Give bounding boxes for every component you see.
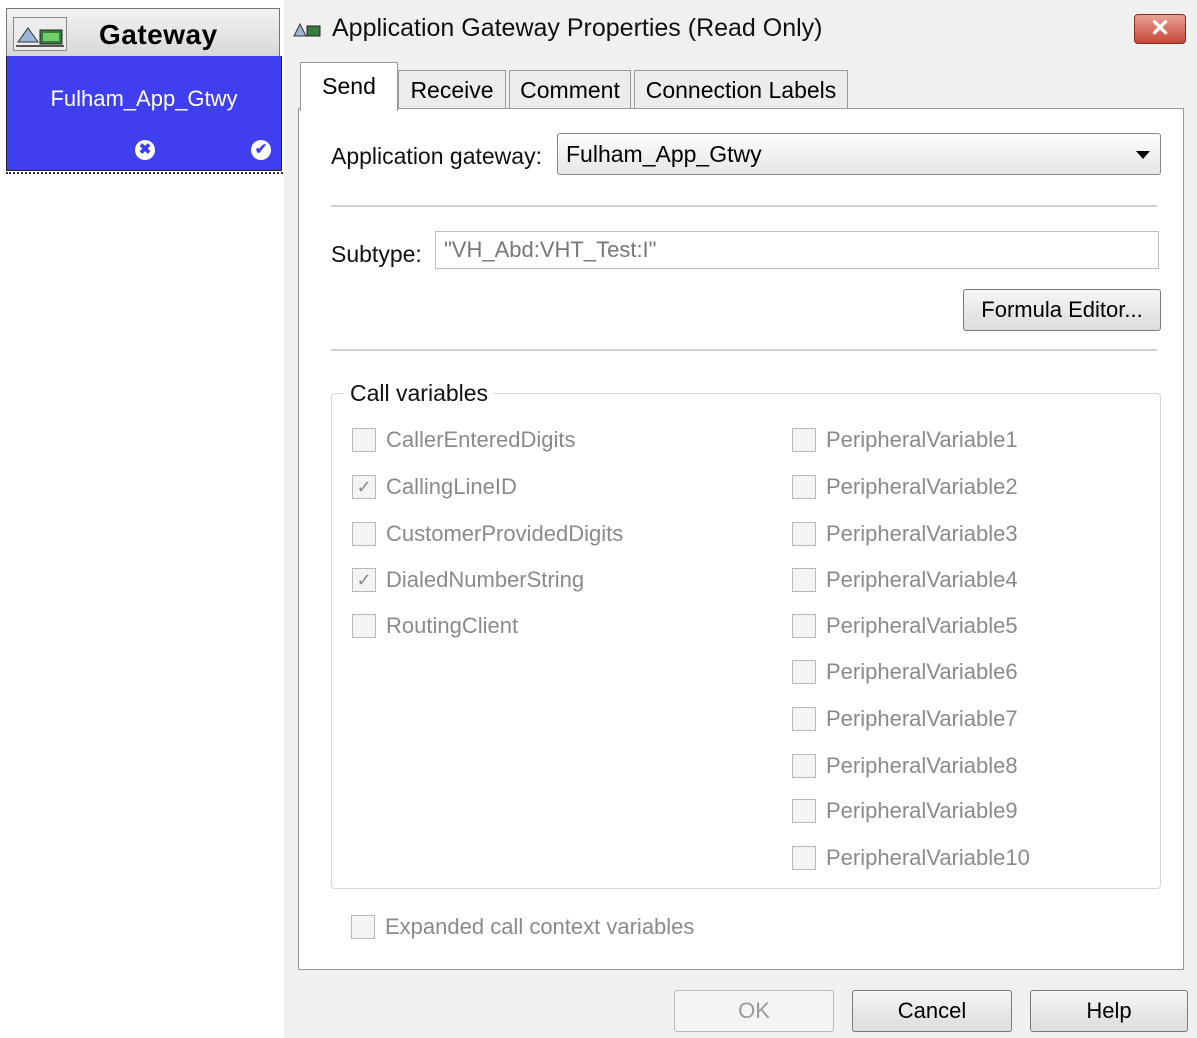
checkbox-label: PeripheralVariable7 <box>826 706 1018 731</box>
checkbox-box <box>792 754 816 778</box>
gateway-node-header: Gateway <box>6 8 280 58</box>
checkbox-label: CallingLineID <box>386 474 517 499</box>
gateway-node-title: Gateway <box>99 19 218 50</box>
check-icon: ✓ <box>356 477 372 497</box>
checkbox-box <box>792 660 816 684</box>
gateway-small-icon <box>292 18 322 40</box>
checkbox-box <box>352 614 376 638</box>
checkbox-box <box>792 799 816 823</box>
checkbox-label: PeripheralVariable3 <box>826 521 1018 546</box>
node-connection-line <box>6 168 286 174</box>
formula-editor-button[interactable]: Formula Editor... <box>963 289 1161 331</box>
separator <box>331 349 1157 351</box>
checkbox-label: PeripheralVariable8 <box>826 753 1018 778</box>
call-variables-group: Call variables CallerEnteredDigits ✓ Cal… <box>331 380 1161 889</box>
cancel-button[interactable]: Cancel <box>852 990 1012 1032</box>
checkbox-box <box>792 522 816 546</box>
failure-connector-icon[interactable]: ✖ <box>135 140 155 160</box>
tab-send[interactable]: Send <box>300 62 398 111</box>
checkbox-box: ✓ <box>352 475 376 499</box>
checkbox-box <box>352 428 376 452</box>
checkbox-box <box>792 428 816 452</box>
checkbox-label: PeripheralVariable2 <box>826 474 1018 499</box>
tab-receive[interactable]: Receive <box>398 70 506 109</box>
checkbox-label: PeripheralVariable4 <box>826 567 1018 592</box>
chevron-down-icon <box>1136 151 1150 159</box>
checkbox-label: Expanded call context variables <box>385 914 695 939</box>
checkbox-box <box>352 522 376 546</box>
call-variables-title: Call variables <box>344 380 495 407</box>
subtype-label: Subtype: <box>331 241 422 267</box>
gateway-icon <box>13 17 67 51</box>
checkbox-label: PeripheralVariable10 <box>826 845 1030 870</box>
checkbox-box <box>792 568 816 592</box>
separator <box>331 205 1157 207</box>
gateway-node-body: Fulham_App_Gtwy ✖ ✔ <box>6 56 282 171</box>
tab-comment[interactable]: Comment <box>509 70 631 109</box>
checkbox-label: DialedNumberString <box>386 567 585 592</box>
dialog-title: Application Gateway Properties (Read Onl… <box>332 14 823 42</box>
gateway-node[interactable]: Gateway Fulham_App_Gtwy ✖ ✔ <box>6 8 286 174</box>
close-button[interactable]: ✕ <box>1134 14 1186 44</box>
checkbox-label: PeripheralVariable9 <box>826 798 1018 823</box>
checkbox-box <box>792 614 816 638</box>
checkbox-label: CallerEnteredDigits <box>386 427 576 452</box>
checkbox-label: PeripheralVariable1 <box>826 427 1018 452</box>
gateway-node-name: Fulham_App_Gtwy <box>50 86 238 111</box>
tab-connection-labels[interactable]: Connection Labels <box>634 70 848 109</box>
send-tab-panel: Application gateway: Fulham_App_Gtwy Sub… <box>298 108 1184 970</box>
subtype-input[interactable] <box>435 231 1159 269</box>
checkbox-label: PeripheralVariable6 <box>826 659 1018 684</box>
dialog-titlebar[interactable]: Application Gateway Properties (Read Onl… <box>284 0 1197 58</box>
gateway-dropdown-value: Fulham_App_Gtwy <box>566 141 762 167</box>
success-connector-icon[interactable]: ✔ <box>251 140 271 160</box>
checkbox-label: RoutingClient <box>386 613 519 638</box>
gateway-label: Application gateway: <box>331 143 542 169</box>
checkbox-label: CustomerProvidedDigits <box>386 521 624 546</box>
ok-button[interactable]: OK <box>674 990 834 1032</box>
checkbox-box <box>792 707 816 731</box>
checkbox-box <box>792 846 816 870</box>
checkbox-box <box>351 915 375 939</box>
gateway-dropdown[interactable]: Fulham_App_Gtwy <box>557 133 1161 175</box>
checkbox-box: ✓ <box>352 568 376 592</box>
checkbox-label: PeripheralVariable5 <box>826 613 1018 638</box>
help-button[interactable]: Help <box>1030 990 1188 1032</box>
properties-dialog: Application Gateway Properties (Read Onl… <box>284 0 1197 1038</box>
checkbox-box <box>792 475 816 499</box>
check-icon: ✓ <box>356 570 372 590</box>
